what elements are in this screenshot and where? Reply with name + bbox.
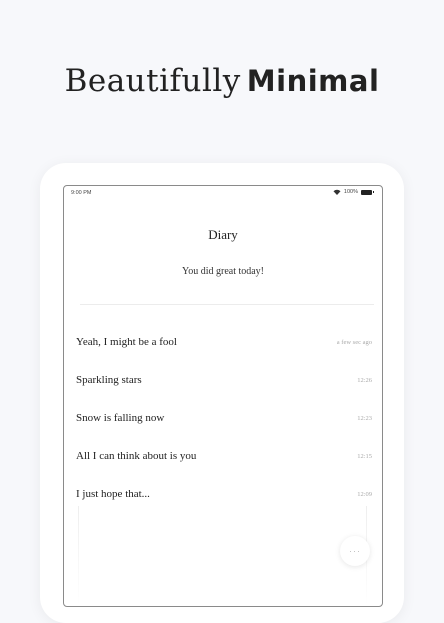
list-item[interactable]: Snow is falling now 12:23 <box>76 408 372 428</box>
list-item[interactable]: Yeah, I might be a fool a few sec ago <box>76 332 372 352</box>
headline-light: Beautifully <box>64 63 241 99</box>
entry-time: 12:26 <box>357 376 372 384</box>
status-time: 9:00 PM <box>71 190 92 196</box>
entry-text: All I can think about is you <box>76 450 197 462</box>
list-item[interactable]: I just hope that... 12:09 <box>76 484 372 504</box>
entry-text: Snow is falling now <box>76 412 165 424</box>
entry-text: I just hope that... <box>76 488 150 500</box>
entry-text: Sparkling stars <box>76 374 142 386</box>
scroll-fade-left <box>78 506 79 606</box>
page-title: Diary <box>208 227 238 242</box>
battery-percent: 100% <box>343 189 358 195</box>
battery-icon <box>361 189 374 195</box>
page-subtitle: You did great today! <box>181 266 265 277</box>
list-item[interactable]: Sparkling stars 12:26 <box>76 370 372 390</box>
list-item[interactable]: All I can think about is you 12:15 <box>76 446 372 466</box>
entry-time: 12:09 <box>357 490 372 498</box>
more-icon: ··· <box>349 546 361 556</box>
entry-time: a few sec ago <box>336 338 372 346</box>
divider <box>80 304 374 305</box>
status-bar: 9:00 PM 100% <box>64 186 382 200</box>
more-button[interactable]: ··· <box>340 536 370 566</box>
app-screen: 9:00 PM 100% Diary You did great today! … <box>63 185 383 607</box>
entry-time: 12:15 <box>357 452 372 460</box>
headline: Beautifully Minimal <box>0 62 444 100</box>
entry-time: 12:23 <box>357 414 372 422</box>
status-right: 100% <box>333 189 374 195</box>
entry-text: Yeah, I might be a fool <box>76 336 177 348</box>
headline-bold: Minimal <box>246 64 380 98</box>
wifi-icon <box>333 189 341 195</box>
